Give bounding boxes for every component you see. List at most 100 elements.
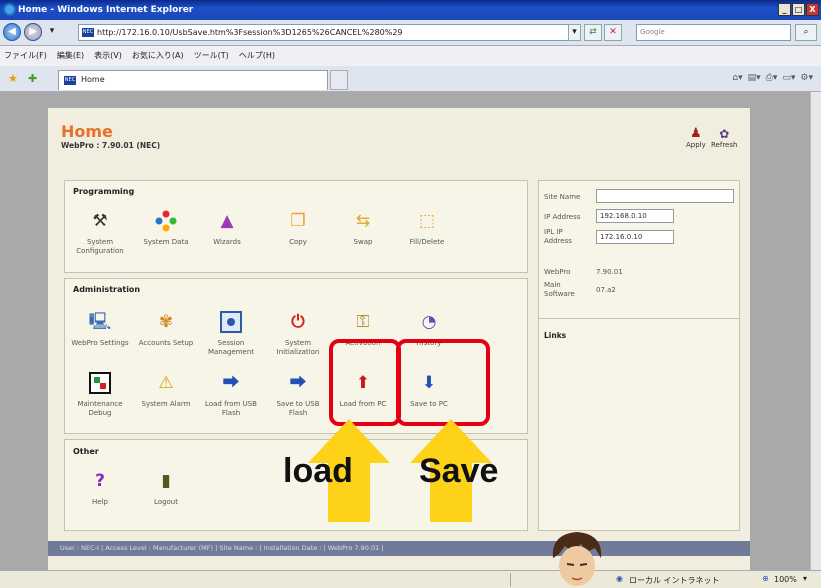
- menu-tools[interactable]: ツール(T): [194, 46, 229, 66]
- print-icon[interactable]: ⎙▾: [766, 73, 778, 83]
- item-label: WebPro Settings: [71, 339, 129, 347]
- fill-delete-item[interactable]: ⬚ Fill/Delete: [397, 210, 457, 247]
- apply-button[interactable]: ♟ Apply: [686, 126, 706, 150]
- apply-icon: ♟: [690, 126, 702, 141]
- forward-button[interactable]: ▶: [24, 23, 42, 41]
- system-alarm-item[interactable]: ⚠ System Alarm: [136, 372, 196, 409]
- nec-favicon-icon: NEC: [82, 28, 94, 37]
- item-label: Load from USB Flash: [205, 400, 257, 417]
- menu-help[interactable]: ヘルプ(H): [239, 46, 275, 66]
- address-dropdown-button[interactable]: ▾: [568, 24, 581, 41]
- tab-home[interactable]: NEC Home: [58, 70, 328, 90]
- system-initialization-item[interactable]: ⏻ System Initialization: [268, 311, 328, 357]
- add-favorite-icon[interactable]: ✚: [28, 72, 37, 85]
- item-label: Swap: [353, 238, 373, 246]
- maximize-button[interactable]: □: [792, 3, 805, 16]
- webpro-settings-item[interactable]: 🖳 WebPro Settings: [70, 311, 130, 348]
- favorites-star-icon[interactable]: ★: [8, 72, 18, 85]
- nec-favicon-icon: NEC: [64, 76, 76, 85]
- ip-address-label: IP Address: [544, 213, 581, 221]
- item-label: Maintenance Debug: [77, 400, 123, 417]
- ip-address-input[interactable]: 192.168.0.10: [596, 209, 674, 223]
- ie-logo-icon: [3, 3, 16, 16]
- search-input[interactable]: Google: [636, 24, 791, 41]
- debug-icon: [88, 372, 112, 394]
- apply-label: Apply: [686, 141, 706, 149]
- main-software-label: Main Software: [544, 281, 575, 298]
- wizard-icon: ▲: [220, 211, 234, 231]
- back-button[interactable]: ◀: [3, 23, 21, 41]
- search-icon[interactable]: ⌕: [795, 24, 817, 41]
- load-highlight: [329, 339, 401, 426]
- menu-edit[interactable]: 編集(E): [57, 46, 84, 66]
- item-label: Fill/Delete: [409, 238, 445, 246]
- window-title: Home - Windows Internet Explorer: [18, 5, 194, 15]
- accounts-setup-item[interactable]: ✾ Accounts Setup: [136, 311, 196, 348]
- history-icon: ◔: [421, 312, 437, 332]
- menu-favorites[interactable]: お気に入り(A): [132, 46, 184, 66]
- item-label: System Data: [143, 238, 189, 246]
- logout-icon: ▮: [161, 471, 171, 491]
- item-label: System Alarm: [141, 400, 191, 408]
- webpro-version-value: 7.90.01: [596, 268, 623, 276]
- ipl-ip-address-input[interactable]: 172.16.0.10: [596, 230, 674, 244]
- site-name-label: Site Name: [544, 193, 581, 201]
- copy-item[interactable]: ❐ Copy: [268, 210, 328, 247]
- new-tab-button[interactable]: [330, 70, 348, 90]
- menu-view[interactable]: 表示(V): [94, 46, 122, 66]
- item-label: System Configuration: [76, 238, 124, 255]
- dots-icon: [154, 210, 178, 232]
- minimize-button[interactable]: _: [778, 3, 791, 16]
- wizards-item[interactable]: ▲ Wizards: [197, 210, 257, 247]
- address-bar[interactable]: NEC http://172.16.0.10/UsbSave.htm%3Fses…: [78, 24, 580, 41]
- refresh-label: Refresh: [711, 141, 738, 149]
- save-caption: Save: [419, 452, 499, 490]
- tools-menu-icon[interactable]: ⚙▾: [800, 73, 813, 83]
- load-caption: load: [283, 452, 353, 490]
- administration-heading: Administration: [73, 285, 141, 294]
- save-highlight: [396, 339, 490, 426]
- page-subtitle: WebPro : 7.90.01 (NEC): [61, 141, 161, 150]
- item-label: System Initialization: [276, 339, 320, 356]
- divider: [539, 318, 739, 319]
- system-data-item[interactable]: System Data: [136, 210, 196, 247]
- copy-icon: ❐: [290, 211, 306, 231]
- refresh-page-icon[interactable]: ⇄: [584, 24, 602, 41]
- save-usb-icon: ⮕: [289, 373, 307, 393]
- swap-item[interactable]: ⇆ Swap: [333, 210, 393, 247]
- history-dropdown-icon[interactable]: ▾: [46, 24, 58, 41]
- session-management-item[interactable]: Session Management: [201, 311, 261, 357]
- system-configuration-item[interactable]: ⚒ System Configuration: [70, 210, 130, 256]
- address-row: ◀ ▶ ▾ NEC http://172.16.0.10/UsbSave.htm…: [0, 20, 821, 46]
- save-to-usb-item[interactable]: ⮕ Save to USB Flash: [268, 372, 328, 418]
- vertical-scrollbar[interactable]: [810, 92, 821, 570]
- intranet-icon: ◉: [616, 574, 623, 583]
- ipl-ip-address-label: IPL IP Address: [544, 228, 572, 245]
- logout-item[interactable]: ▮ Logout: [136, 470, 196, 507]
- links-heading: Links: [544, 331, 567, 340]
- stop-icon[interactable]: ✕: [604, 24, 622, 41]
- fill-delete-icon: ⬚: [418, 211, 436, 231]
- tab-row: ★ ✚ NEC Home ⌂▾ ▤▾ ⎙▾ ▭▾ ⚙▾: [0, 66, 821, 92]
- close-button[interactable]: X: [806, 3, 819, 16]
- address-url: http://172.16.0.10/UsbSave.htm%3Fsession…: [97, 28, 403, 37]
- zoom-dropdown-icon[interactable]: ▾: [803, 574, 807, 583]
- site-name-input[interactable]: [596, 189, 734, 203]
- main-software-value: 07.a2: [596, 286, 616, 294]
- help-item[interactable]: ? Help: [70, 470, 130, 507]
- zoom-label[interactable]: 100%: [774, 575, 797, 584]
- feeds-icon[interactable]: ▤▾: [748, 73, 761, 83]
- alarm-icon: ⚠: [158, 373, 174, 393]
- menu-file[interactable]: ファイル(F): [4, 46, 47, 66]
- maintenance-debug-item[interactable]: Maintenance Debug: [70, 372, 130, 418]
- item-label: Wizards: [213, 238, 241, 246]
- page-icon[interactable]: ▭▾: [782, 73, 795, 83]
- home-icon[interactable]: ⌂▾: [732, 73, 742, 83]
- other-heading: Other: [73, 447, 99, 456]
- load-usb-icon: ⮕: [222, 373, 240, 393]
- item-label: Logout: [154, 498, 178, 506]
- ie-status-bar: ◉ ローカル イントラネット ⊕ 100% ▾: [0, 570, 821, 588]
- tab-label: Home: [81, 75, 105, 84]
- refresh-button[interactable]: ✿ Refresh: [711, 127, 737, 149]
- load-from-usb-item[interactable]: ⮕ Load from USB Flash: [201, 372, 261, 418]
